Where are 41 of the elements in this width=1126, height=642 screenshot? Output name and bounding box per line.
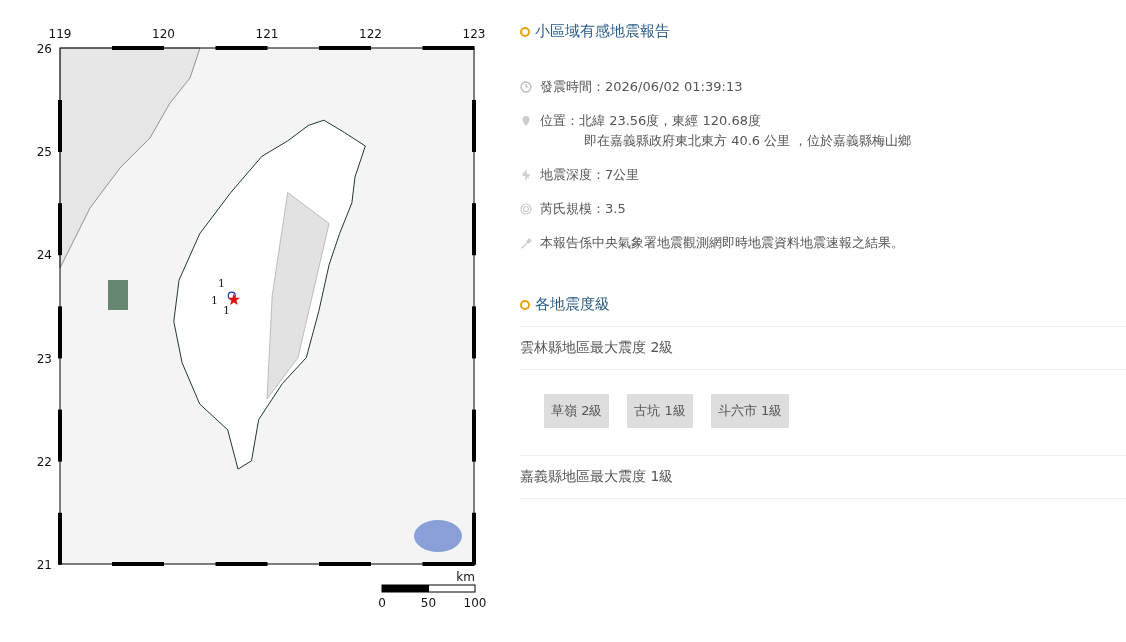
station-intensity-tag: 古坑 1級 xyxy=(627,394,693,428)
ring-icon xyxy=(520,26,530,37)
report-text: 本報告係中央氣象署地震觀測網即時地震資料地震速報之結果。 xyxy=(540,234,904,252)
scale-label: 50 xyxy=(420,596,437,610)
latitude-label: 25 xyxy=(36,145,52,160)
station-intensity-tag: 斗六市 1級 xyxy=(710,394,790,428)
report-text: 即在嘉義縣政府東北東方 40.6 公里 ，位於嘉義縣梅山鄉 xyxy=(583,132,912,150)
depth-icon xyxy=(520,169,532,181)
intensity-label: 1 xyxy=(218,277,225,290)
longitude-label: 120 xyxy=(152,27,175,41)
longitude-label: 121 xyxy=(255,27,279,41)
report-text: 芮氏規模：3.5 xyxy=(540,200,626,218)
longitude-label: 123 xyxy=(462,27,486,41)
latitude-label: 26 xyxy=(36,42,52,56)
scale-unit: km xyxy=(456,570,475,584)
region-heading: 嘉義縣地區最大震度 1級 xyxy=(520,467,675,486)
station-intensity-tag: 草嶺 2級 xyxy=(544,394,610,428)
section-title: 各地震度級 xyxy=(535,295,610,314)
latitude-label: 22 xyxy=(36,454,52,469)
wrench-icon xyxy=(520,237,532,249)
ring-icon xyxy=(520,299,530,310)
clock-icon xyxy=(520,81,532,93)
scale-label: 0 xyxy=(378,596,386,610)
longitude-label: 119 xyxy=(48,27,72,41)
latitude-label: 21 xyxy=(36,558,52,572)
longitude-label: 122 xyxy=(359,27,382,41)
report-text: 地震深度：7公里 xyxy=(540,166,640,184)
intensity-label: 1 xyxy=(223,304,230,317)
logo-icon xyxy=(414,520,462,552)
intensity-label: 1 xyxy=(211,294,218,307)
latitude-label: 24 xyxy=(36,248,52,263)
signal-icon xyxy=(520,203,532,215)
scale-label: 100 xyxy=(463,596,487,610)
station-icon xyxy=(227,291,236,300)
report-text: 發震時間：2026/06/02 01:39:13 xyxy=(540,78,743,96)
pin-icon xyxy=(520,115,532,127)
region-heading: 雲林縣地區最大震度 2級 xyxy=(520,338,675,357)
section-title: 小區域有感地震報告 xyxy=(535,22,670,41)
latitude-label: 23 xyxy=(36,351,52,366)
epicenter-star-icon xyxy=(227,293,241,306)
report-text: 位置：北緯 23.56度，東經 120.68度 xyxy=(540,112,762,130)
